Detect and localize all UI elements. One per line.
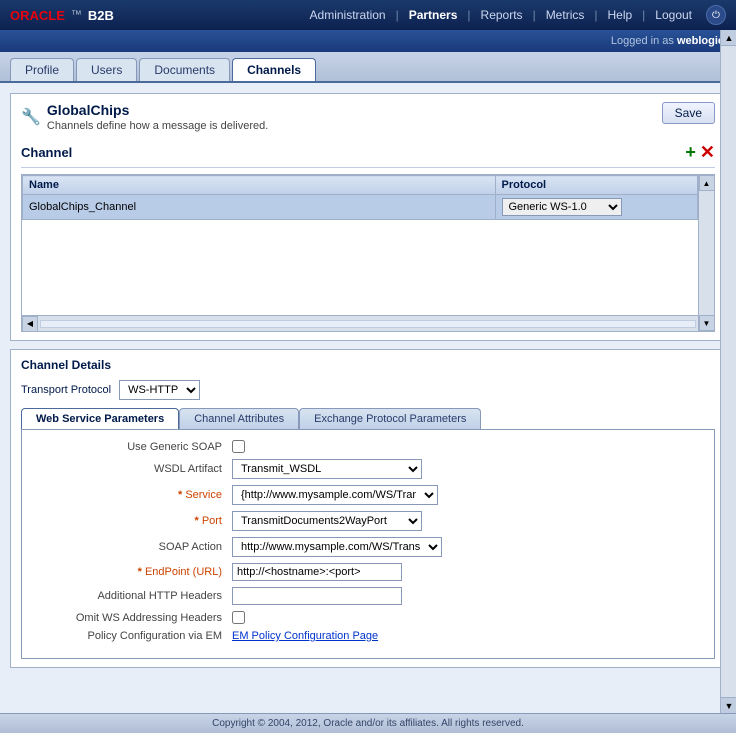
footer-text: Copyright © 2004, 2012, Oracle and/or it… <box>212 718 524 729</box>
sub-tab-web-service[interactable]: Web Service Parameters <box>21 408 179 429</box>
policy-config-link[interactable]: EM Policy Configuration Page <box>232 630 378 642</box>
save-button[interactable]: Save <box>662 102 715 124</box>
add-channel-button[interactable]: + <box>685 142 696 163</box>
logo-separator: ™ <box>71 9 82 21</box>
use-generic-soap-row: Use Generic SOAP <box>32 440 704 453</box>
scroll-track[interactable] <box>40 320 696 328</box>
delete-channel-button[interactable]: ✕ <box>700 142 715 163</box>
outer-scroll-down[interactable]: ▼ <box>721 697 736 713</box>
logout-icon[interactable]: ⏻ <box>706 5 726 25</box>
username-display: weblogic <box>677 35 724 47</box>
logout-link[interactable]: Logout <box>647 8 700 22</box>
section-icon: 🔧 <box>21 107 41 127</box>
outer-scrollbar[interactable]: ▲ ▼ <box>720 30 736 713</box>
scroll-up-button[interactable]: ▲ <box>699 175 715 191</box>
protocol-cell[interactable]: Generic WS-1.0 <box>495 195 698 220</box>
col-protocol: Protocol <box>495 176 698 195</box>
wsdl-artifact-row: WSDL Artifact Transmit_WSDL <box>32 459 704 479</box>
logged-in-prefix: Logged in as <box>611 35 674 47</box>
help-link[interactable]: Help <box>599 8 640 22</box>
section-title-area: 🔧 GlobalChips Channels define how a mess… <box>21 102 268 132</box>
sub-tab-channel-attributes[interactable]: Channel Attributes <box>179 408 299 429</box>
reports-link[interactable]: Reports <box>473 8 531 22</box>
port-label: * Port <box>32 515 232 527</box>
footer: Copyright © 2004, 2012, Oracle and/or it… <box>0 713 736 733</box>
metrics-link[interactable]: Metrics <box>538 8 593 22</box>
b2b-logo: B2B <box>88 8 114 23</box>
protocol-select[interactable]: Generic WS-1.0 <box>502 198 622 216</box>
section-header: 🔧 GlobalChips Channels define how a mess… <box>21 102 715 132</box>
port-required-star: * <box>194 515 201 527</box>
transport-label: Transport Protocol <box>21 384 111 396</box>
section-description: Channels define how a message is deliver… <box>47 120 268 132</box>
port-select[interactable]: TransmitDocuments2WayPort <box>232 511 422 531</box>
channel-name-value: GlobalChips_Channel <box>29 201 136 213</box>
table-row[interactable]: GlobalChips_Channel Generic WS-1.0 <box>23 195 698 220</box>
additional-headers-label: Additional HTTP Headers <box>32 590 232 602</box>
section-title: GlobalChips <box>47 102 268 118</box>
scroll-left-button[interactable]: ◀ <box>22 316 38 332</box>
horizontal-scrollbar[interactable]: ◀ ▶ <box>22 315 714 331</box>
channel-table: Name Protocol GlobalChips_Channel <box>22 175 698 220</box>
sub-tab-content: Use Generic SOAP WSDL Artifact Transmit_… <box>21 429 715 659</box>
vertical-scrollbar[interactable]: ▲ ▼ <box>698 175 714 331</box>
service-select[interactable]: {http://www.mysample.com/WS/Trar <box>232 485 438 505</box>
globalchips-section: 🔧 GlobalChips Channels define how a mess… <box>10 93 726 341</box>
tab-users[interactable]: Users <box>76 58 137 81</box>
sub-tab-exchange-protocol[interactable]: Exchange Protocol Parameters <box>299 408 481 429</box>
channel-header: Channel + ✕ <box>21 138 715 168</box>
logged-in-bar: Logged in as weblogic <box>0 30 736 52</box>
scroll-down-button[interactable]: ▼ <box>699 315 715 331</box>
channel-actions: + ✕ <box>685 142 715 163</box>
channel-area: Channel + ✕ Name Protocol <box>21 138 715 332</box>
tab-channels[interactable]: Channels <box>232 58 316 81</box>
channel-header-label: Channel <box>21 145 72 160</box>
col-name: Name <box>23 176 496 195</box>
channel-name-cell[interactable]: GlobalChips_Channel <box>23 195 496 220</box>
partners-link[interactable]: Partners <box>401 8 466 22</box>
policy-config-row: Policy Configuration via EM EM Policy Co… <box>32 630 704 642</box>
soap-action-label: SOAP Action <box>32 541 232 553</box>
endpoint-required-star: * <box>138 566 145 578</box>
service-row: * Service {http://www.mysample.com/WS/Tr… <box>32 485 704 505</box>
wsdl-artifact-select[interactable]: Transmit_WSDL <box>232 459 422 479</box>
endpoint-input[interactable] <box>232 563 402 581</box>
service-label: * Service <box>32 489 232 501</box>
transport-row: Transport Protocol WS-HTTP <box>21 380 715 400</box>
endpoint-label: * EndPoint (URL) <box>32 566 232 578</box>
additional-headers-row: Additional HTTP Headers <box>32 587 704 605</box>
transport-select[interactable]: WS-HTTP <box>119 380 200 400</box>
channel-details-title: Channel Details <box>21 358 715 372</box>
top-navigation: ORACLE ™ B2B Administration | Partners |… <box>0 0 736 30</box>
main-content: 🔧 GlobalChips Channels define how a mess… <box>0 83 736 713</box>
additional-headers-input[interactable] <box>232 587 402 605</box>
tab-profile[interactable]: Profile <box>10 58 74 81</box>
soap-action-row: SOAP Action http://www.mysample.com/WS/T… <box>32 537 704 557</box>
port-row: * Port TransmitDocuments2WayPort <box>32 511 704 531</box>
oracle-logo: ORACLE <box>10 8 65 23</box>
omit-ws-label: Omit WS Addressing Headers <box>32 612 232 624</box>
use-generic-soap-label: Use Generic SOAP <box>32 441 232 453</box>
outer-scroll-track <box>721 46 736 697</box>
tab-bar: Profile Users Documents Channels <box>0 52 736 83</box>
channel-table-scroll[interactable]: Name Protocol GlobalChips_Channel <box>22 175 714 315</box>
outer-scroll-up[interactable]: ▲ <box>721 30 736 46</box>
channel-details: Channel Details Transport Protocol WS-HT… <box>10 349 726 668</box>
endpoint-row: * EndPoint (URL) <box>32 563 704 581</box>
omit-ws-checkbox[interactable] <box>232 611 245 624</box>
tab-documents[interactable]: Documents <box>139 58 230 81</box>
use-generic-soap[interactable] <box>232 440 245 453</box>
channel-table-wrapper: Name Protocol GlobalChips_Channel <box>21 174 715 332</box>
sub-tabs: Web Service Parameters Channel Attribute… <box>21 408 715 429</box>
soap-action-select[interactable]: http://www.mysample.com/WS/Trans <box>232 537 442 557</box>
policy-config-label: Policy Configuration via EM <box>32 630 232 642</box>
nav-links: Administration | Partners | Reports | Me… <box>302 5 726 25</box>
logo-area: ORACLE ™ B2B <box>10 8 114 23</box>
wsdl-artifact-label: WSDL Artifact <box>32 463 232 475</box>
omit-ws-row: Omit WS Addressing Headers <box>32 611 704 624</box>
admin-link[interactable]: Administration <box>302 8 394 22</box>
